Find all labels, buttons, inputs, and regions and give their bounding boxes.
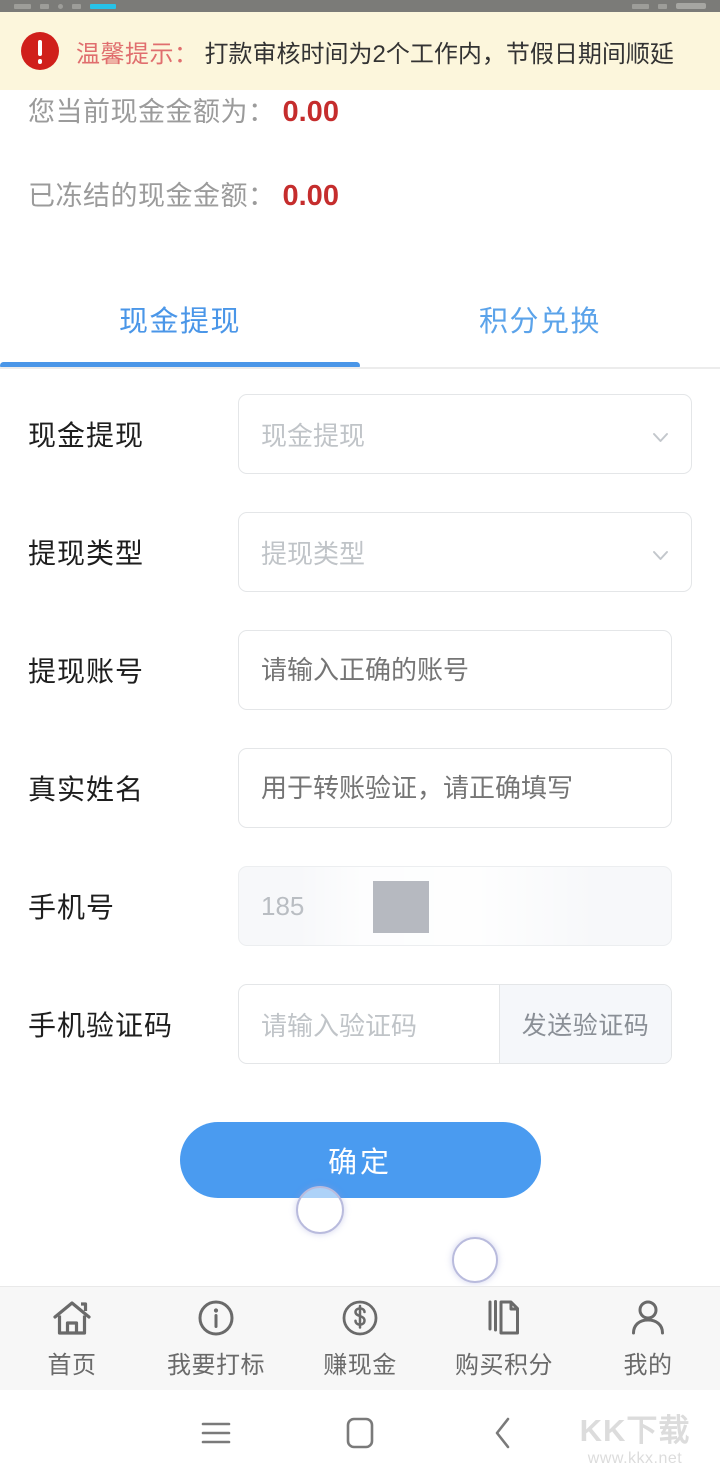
send-sms-code-button[interactable]: 发送验证码 [499,985,671,1063]
tab-label: 积分兑换 [479,298,601,340]
field-label: 手机验证码 [28,1004,238,1044]
status-bar-left [14,0,116,12]
confirm-button[interactable]: 确定 [180,1122,541,1198]
menu-icon[interactable] [144,1390,288,1476]
balance-value: 0.00 [283,96,339,129]
nav-item-buy-points[interactable]: 购买积分 [432,1297,576,1380]
touch-indicator [452,1237,498,1283]
field-label: 真实姓名 [28,768,238,808]
tab-divider [0,367,720,369]
nav-label: 我的 [624,1345,673,1380]
field-cash-withdraw: 现金提现 现金提现 [0,375,720,493]
wifi-icon [658,4,667,9]
field-label: 提现账号 [28,650,238,690]
status-icon [90,4,116,9]
battery-icon [676,3,706,9]
notice-label: 温馨提示： [76,34,199,69]
status-bar-right [632,0,706,12]
nav-item-earn-cash[interactable]: 赚现金 [288,1297,432,1380]
withdraw-account-input[interactable] [238,630,672,710]
field-control: 提现类型 [238,512,692,592]
info-circle-icon [196,1297,236,1339]
bottom-navigation: 首页 我要打标 赚现金 [0,1286,720,1390]
tab-bar: 现金提现 积分兑换 [0,283,720,369]
nav-item-mine[interactable]: 我的 [576,1297,720,1380]
phone-number-input: 185 [238,866,672,946]
chevron-down-icon [651,546,670,565]
privacy-redaction-block [373,881,429,933]
nav-item-home[interactable]: 首页 [0,1297,144,1380]
balance-row-available: 您当前现金金额为： 0.00 [0,90,720,174]
nav-item-tagging[interactable]: 我要打标 [144,1297,288,1380]
status-bar [0,0,720,12]
status-icon [58,4,63,9]
field-label: 现金提现 [28,414,238,454]
app-screen: 温馨提示： 打款审核时间为2个工作内，节假日期间顺延 您当前现金金额为： 0.0… [0,0,720,1476]
nav-label: 购买积分 [455,1345,553,1380]
cash-withdraw-select[interactable]: 现金提现 [238,394,692,474]
square-home-icon[interactable] [288,1390,432,1476]
field-control: 现金提现 [238,394,692,474]
send-sms-code-label: 发送验证码 [522,1006,650,1042]
withdraw-form: 现金提现 现金提现 提现类型 提现类型 [0,375,720,1083]
sms-code-placeholder: 请输入验证码 [261,1006,417,1043]
person-icon [628,1297,668,1339]
sms-code-input[interactable]: 请输入验证码 [239,985,499,1063]
system-navigation-bar [0,1390,720,1476]
notice-banner: 温馨提示： 打款审核时间为2个工作内，节假日期间顺延 [0,12,720,90]
tab-points-exchange[interactable]: 积分兑换 [360,283,720,369]
field-label: 手机号 [28,886,238,926]
sms-code-group: 请输入验证码 发送验证码 [238,984,672,1064]
withdraw-type-select[interactable]: 提现类型 [238,512,692,592]
documents-icon [483,1297,525,1339]
home-icon [51,1297,93,1339]
status-icon [72,4,81,9]
field-real-name: 真实姓名 [0,729,720,847]
dollar-circle-icon [340,1297,380,1339]
field-sms-code: 手机验证码 请输入验证码 发送验证码 [0,965,720,1083]
select-placeholder: 现金提现 [261,416,633,453]
balance-row-frozen: 已冻结的现金金额： 0.00 [0,174,720,258]
field-phone-number: 手机号 185 [0,847,720,965]
notice-text: 打款审核时间为2个工作内，节假日期间顺延 [205,34,674,69]
privacy-blur [297,867,597,945]
field-control: 185 [238,866,672,946]
nav-label: 赚现金 [323,1345,397,1380]
nav-label: 我要打标 [167,1345,265,1380]
nav-label: 首页 [48,1345,97,1380]
field-control [238,748,672,828]
balance-label: 您当前现金金额为： [28,90,276,129]
field-control: 请输入验证码 发送验证码 [238,984,672,1064]
balance-section: 您当前现金金额为： 0.00 已冻结的现金金额： 0.00 [0,90,720,258]
chevron-down-icon [651,428,670,447]
signal-icon [632,4,649,9]
submit-section: 确定 [0,1122,720,1198]
select-placeholder: 提现类型 [261,534,633,571]
real-name-input[interactable] [238,748,672,828]
status-icon [40,4,49,9]
field-withdraw-account: 提现账号 [0,611,720,729]
back-chevron-icon[interactable] [432,1390,576,1476]
field-control [238,630,672,710]
exclamation-circle-icon [21,32,59,70]
field-label: 提现类型 [28,532,238,572]
balance-value: 0.00 [283,180,339,213]
field-withdraw-type: 提现类型 提现类型 [0,493,720,611]
status-icon [14,4,31,9]
tab-cash-withdraw[interactable]: 现金提现 [0,283,360,369]
balance-label: 已冻结的现金金额： [28,174,276,213]
tab-label: 现金提现 [119,298,241,340]
phone-number-value: 185 [261,891,304,922]
